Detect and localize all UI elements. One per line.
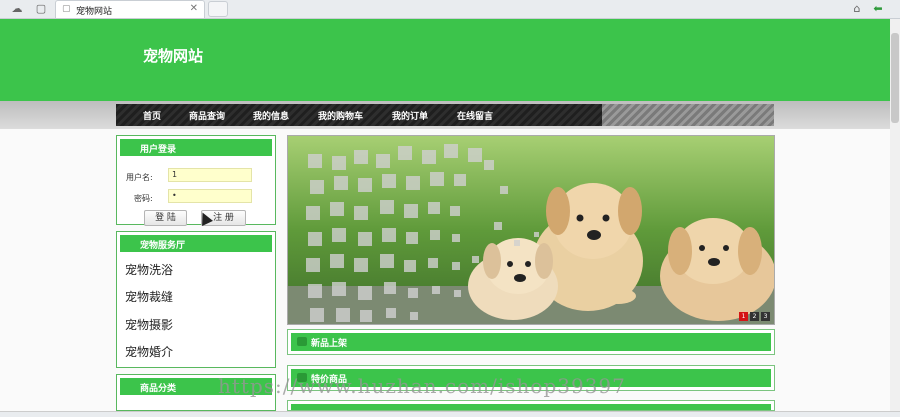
- new-products-header: 新品上架: [291, 333, 771, 351]
- site-title: 宠物网站: [143, 47, 204, 65]
- service-item-photo[interactable]: 宠物摄影: [125, 316, 173, 333]
- nav-item-my-info[interactable]: 我的信息: [253, 109, 289, 122]
- browser-status-bar: [0, 411, 900, 417]
- main-nav: 首页 商品查询 我的信息 我的购物车 我的订单 在线留言: [116, 104, 602, 126]
- banner-page-1[interactable]: 1: [739, 312, 748, 321]
- cloud-icon[interactable]: ☁: [10, 2, 24, 16]
- nav-item-home[interactable]: 首页: [143, 109, 161, 122]
- new-tab-button[interactable]: [208, 1, 228, 17]
- nav-item-messages[interactable]: 在线留言: [457, 109, 493, 122]
- services-panel: 宠物服务厅 宠物洗浴 宠物裁缝 宠物摄影 宠物婚介: [116, 231, 276, 368]
- username-input[interactable]: 1: [168, 168, 252, 182]
- browser-tabbar: ☁ ▢ ▢ 宠物网站 ✕ ⌂ ⬅: [0, 0, 900, 19]
- home-icon[interactable]: ⌂: [850, 2, 864, 16]
- puppy-right: [660, 218, 774, 321]
- nav-tail: [602, 104, 774, 126]
- site-header: 宠物网站: [0, 19, 890, 101]
- service-item-tailor[interactable]: 宠物裁缝: [125, 288, 173, 305]
- service-item-bath[interactable]: 宠物洗浴: [125, 261, 173, 278]
- username-label: 用户名:: [126, 173, 153, 182]
- service-item-matchmaking[interactable]: 宠物婚介: [125, 343, 173, 360]
- back-arrow-icon[interactable]: ⬅: [871, 2, 885, 16]
- section-icon: [297, 337, 307, 346]
- next-section-header: [291, 404, 771, 410]
- vertical-scrollbar[interactable]: [889, 19, 900, 411]
- tab-doc-icon: ▢: [62, 4, 71, 14]
- new-products-section: 新品上架: [287, 329, 775, 355]
- services-panel-header: 宠物服务厅: [120, 235, 272, 252]
- next-section: [287, 400, 775, 411]
- categories-panel-title: 商品分类: [140, 384, 177, 394]
- tab-close-icon[interactable]: ✕: [190, 3, 198, 14]
- services-panel-title: 宠物服务厅: [140, 241, 186, 251]
- banner-pager: 1 2 3: [739, 312, 770, 321]
- scrollbar-thumb[interactable]: [891, 33, 899, 123]
- browser-tab[interactable]: ▢ 宠物网站 ✕: [55, 0, 205, 18]
- nav-item-product-search[interactable]: 商品查询: [189, 109, 225, 122]
- banner-image: [288, 136, 774, 324]
- nav-item-cart[interactable]: 我的购物车: [318, 109, 363, 122]
- tab-title: 宠物网站: [76, 7, 113, 17]
- password-label: 密码:: [134, 194, 153, 203]
- nav-item-orders[interactable]: 我的订单: [392, 109, 428, 122]
- banner-page-2[interactable]: 2: [750, 312, 759, 321]
- page-icon[interactable]: ▢: [34, 2, 48, 16]
- banner-slideshow[interactable]: 1 2 3: [287, 135, 775, 325]
- login-button[interactable]: 登 陆: [144, 210, 187, 226]
- watermark-text: https://www.huzhan.com/ishop39397: [218, 374, 626, 398]
- new-products-title: 新品上架: [311, 339, 348, 349]
- password-input[interactable]: •: [168, 189, 252, 203]
- login-panel-header: 用户登录: [120, 139, 272, 156]
- banner-page-3[interactable]: 3: [761, 312, 770, 321]
- login-panel: 用户登录 用户名: 1 密码: • 登 陆 注 册: [116, 135, 276, 226]
- login-panel-title: 用户登录: [140, 145, 177, 155]
